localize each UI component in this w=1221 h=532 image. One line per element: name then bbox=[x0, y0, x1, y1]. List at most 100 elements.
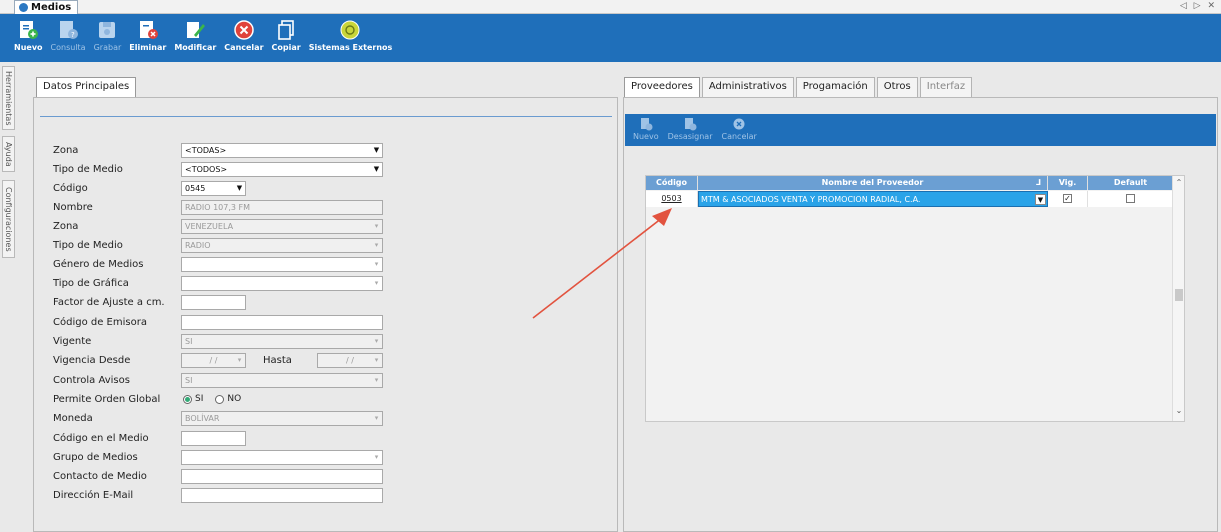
tipo-medio-select[interactable]: <TODOS> ▼ bbox=[181, 162, 383, 177]
eliminar-button[interactable]: Eliminar bbox=[129, 14, 166, 52]
new-doc-icon bbox=[20, 21, 39, 39]
chevron-down-icon: ▾ bbox=[374, 337, 379, 345]
grid-scrollbar[interactable]: ⌃ ⌄ bbox=[1172, 176, 1184, 421]
modificar-button[interactable]: Modificar bbox=[174, 14, 216, 52]
external-systems-icon bbox=[340, 20, 360, 40]
cell-default[interactable] bbox=[1088, 191, 1174, 207]
chevron-down-icon[interactable]: ▼ bbox=[1035, 194, 1046, 205]
tab-otros[interactable]: Otros bbox=[876, 77, 918, 97]
proveedor-desasignar-button[interactable]: Desasignar bbox=[668, 114, 713, 146]
document-tab-medios[interactable]: Medios bbox=[14, 0, 79, 14]
chevron-down-icon: ▼ bbox=[373, 165, 380, 173]
row-codigo-medio: Código en el Medio bbox=[53, 432, 149, 444]
side-tab-ayuda[interactable]: Ayuda bbox=[2, 136, 15, 172]
zona-select[interactable]: <TODAS> ▼ bbox=[181, 143, 383, 158]
chevron-down-icon: ▾ bbox=[374, 260, 379, 268]
scroll-down-icon[interactable]: ⌄ bbox=[1173, 406, 1185, 415]
row-genero: Género de Medios bbox=[53, 258, 144, 270]
vigente-select[interactable]: SI ▾ bbox=[181, 334, 383, 349]
cancel-icon bbox=[234, 20, 254, 40]
col-nombre-proveedor[interactable]: Nombre del Proveedor ⅃ bbox=[698, 176, 1048, 190]
row-codigo: Código bbox=[53, 182, 88, 194]
table-row[interactable]: 0503 MTM & ASOCIADOS VENTA Y PROMOCION R… bbox=[646, 191, 1174, 207]
radio-checked-icon bbox=[183, 394, 192, 404]
row-vigencia: Vigencia Desde bbox=[53, 354, 131, 366]
genero-select[interactable]: ▾ bbox=[181, 257, 383, 272]
col-vig[interactable]: Vig. bbox=[1048, 176, 1088, 190]
chevron-down-icon: ▼ bbox=[236, 184, 243, 192]
controla-avisos-select[interactable]: SI ▾ bbox=[181, 373, 383, 388]
tab-progamacion[interactable]: Progamación bbox=[795, 77, 875, 97]
chevron-down-icon: ▾ bbox=[374, 453, 379, 461]
radio-unchecked-icon bbox=[215, 394, 225, 404]
tab-interfaz[interactable]: Interfaz bbox=[919, 77, 973, 97]
chevron-down-icon: ▾ bbox=[374, 356, 379, 364]
hasta-date[interactable]: / / ▾ bbox=[317, 353, 383, 368]
row-hasta: Hasta bbox=[263, 354, 292, 366]
checkbox-checked-icon: ✓ bbox=[1063, 194, 1072, 203]
tab-administrativos[interactable]: Administrativos bbox=[701, 77, 794, 97]
chevron-down-icon: ▾ bbox=[374, 222, 379, 230]
section-divider bbox=[40, 116, 612, 117]
tab-proveedores[interactable]: Proveedores bbox=[624, 77, 700, 98]
row-tipo-medio2: Tipo de Medio bbox=[53, 239, 123, 251]
sistemas-externos-button[interactable]: Sistemas Externos bbox=[309, 14, 392, 52]
col-codigo[interactable]: Código bbox=[646, 176, 698, 190]
scroll-up-icon[interactable]: ⌃ bbox=[1173, 178, 1185, 187]
moneda-select[interactable]: BOLÍVAR ▾ bbox=[181, 411, 383, 426]
nuevo-button[interactable]: Nuevo bbox=[14, 14, 43, 52]
window-controls[interactable]: ◁ ▷ ✕ bbox=[1180, 1, 1217, 11]
cell-codigo: 0503 bbox=[646, 191, 698, 207]
cancel-icon bbox=[733, 118, 745, 130]
cell-nombre-proveedor-select[interactable]: MTM & ASOCIADOS VENTA Y PROMOCION RADIAL… bbox=[698, 191, 1048, 207]
chevron-down-icon: ▾ bbox=[237, 356, 242, 364]
codigo-emisora-field[interactable] bbox=[181, 315, 383, 330]
email-field[interactable] bbox=[181, 488, 383, 503]
radio-si[interactable]: SI bbox=[183, 394, 203, 404]
grabar-button[interactable]: Grabar bbox=[94, 14, 121, 52]
nombre-field[interactable]: RADIO 107,3 FM bbox=[181, 200, 383, 215]
edit-icon bbox=[187, 22, 206, 38]
cancelar-button[interactable]: Cancelar bbox=[224, 14, 264, 52]
svg-text:?: ? bbox=[71, 31, 75, 39]
col-default[interactable]: Default bbox=[1088, 176, 1174, 190]
codigo-select[interactable]: 0545 ▼ bbox=[181, 181, 246, 196]
unassign-icon bbox=[685, 118, 697, 131]
document-tab-label: Medios bbox=[31, 2, 72, 13]
row-tipo-grafica: Tipo de Gráfica bbox=[53, 277, 129, 289]
save-icon bbox=[99, 22, 116, 38]
row-contacto: Contacto de Medio bbox=[53, 470, 147, 482]
title-strip: Medios ◁ ▷ ✕ bbox=[0, 0, 1221, 14]
vigencia-desde-date[interactable]: / / ▾ bbox=[181, 353, 246, 368]
cell-vig[interactable]: ✓ bbox=[1048, 191, 1088, 207]
query-icon: ? bbox=[60, 21, 79, 39]
tipo-medio2-select[interactable]: RADIO ▾ bbox=[181, 238, 383, 253]
side-tab-configuraciones[interactable]: Configuraciones bbox=[2, 180, 15, 258]
row-factor: Factor de Ajuste a cm. bbox=[53, 296, 165, 308]
tab-datos-principales[interactable]: Datos Principales bbox=[36, 77, 137, 98]
grupo-medios-select[interactable]: ▾ bbox=[181, 450, 383, 465]
radio-no[interactable]: NO bbox=[215, 394, 241, 404]
chevron-down-icon: ▾ bbox=[374, 241, 379, 249]
filter-icon: ⅃ bbox=[1035, 178, 1041, 187]
proveedor-nuevo-button[interactable]: Nuevo bbox=[633, 114, 659, 146]
row-controla-avisos: Controla Avisos bbox=[53, 374, 130, 386]
side-tab-herramientas[interactable]: Herramientas bbox=[2, 66, 15, 130]
scroll-thumb[interactable] bbox=[1175, 289, 1183, 301]
contacto-field[interactable] bbox=[181, 469, 383, 484]
new-doc-icon bbox=[640, 118, 653, 131]
tipo-grafica-select[interactable]: ▾ bbox=[181, 276, 383, 291]
chevron-down-icon: ▾ bbox=[374, 414, 379, 422]
left-tab-strip: Datos Principales bbox=[36, 77, 138, 98]
factor-field[interactable] bbox=[181, 295, 246, 310]
chevron-down-icon: ▾ bbox=[374, 279, 379, 287]
copiar-button[interactable]: Copiar bbox=[272, 14, 301, 52]
consulta-button[interactable]: ? Consulta bbox=[51, 14, 86, 52]
row-moneda: Moneda bbox=[53, 412, 93, 424]
permite-orden-radio-group: SI NO bbox=[183, 394, 253, 404]
row-grupo-medios: Grupo de Medios bbox=[53, 451, 138, 463]
proveedor-cancelar-button[interactable]: Cancelar bbox=[722, 114, 757, 146]
checkbox-unchecked-icon bbox=[1126, 194, 1135, 203]
zona2-select[interactable]: VENEZUELA ▾ bbox=[181, 219, 383, 234]
codigo-medio-field[interactable] bbox=[181, 431, 246, 446]
